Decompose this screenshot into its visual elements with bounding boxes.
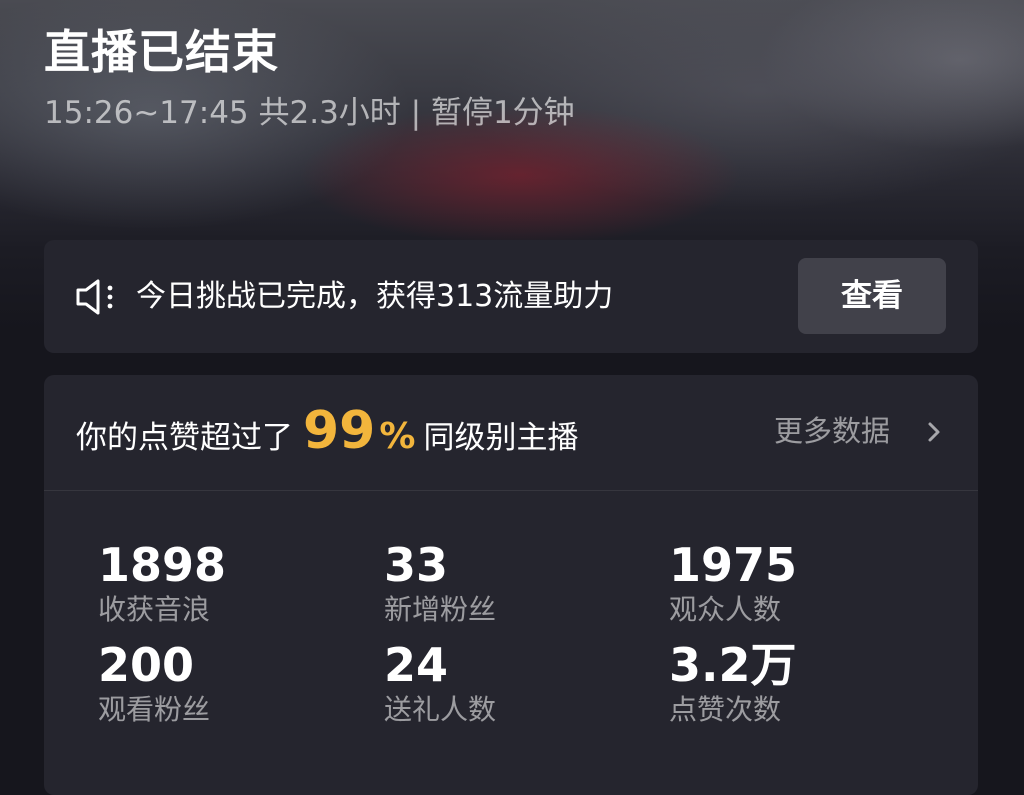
challenge-notice-text: 今日挑战已完成，获得313流量助力: [136, 279, 614, 314]
stat-label: 点赞次数: [669, 693, 782, 726]
stat-label: 新增粉丝: [384, 593, 497, 626]
stat-label: 送礼人数: [384, 693, 497, 726]
stat-new-followers: 33 新增粉丝: [384, 539, 496, 629]
stat-label: 收获音浪: [98, 593, 211, 626]
speaker-icon: [76, 279, 113, 315]
stat-value: 3.2万: [669, 638, 797, 692]
stat-value: 24: [384, 638, 449, 692]
comparison-suffix: 同级别主播: [423, 420, 579, 456]
percent-value: 99: [303, 401, 376, 461]
stats-divider: [44, 490, 978, 491]
stat-value: 1975: [669, 538, 798, 592]
more-data-link[interactable]: 更多数据: [774, 410, 890, 452]
stat-sound-waves: 1898 收获音浪: [98, 539, 226, 629]
comparison-prefix: 你的点赞超过了: [76, 420, 293, 456]
stat-watching-fans: 200 观看粉丝: [98, 639, 210, 729]
stat-value: 33: [384, 538, 449, 592]
stat-likes: 3.2万 点赞次数: [669, 639, 797, 729]
chevron-right-icon[interactable]: [924, 421, 944, 443]
live-duration-info: 15:26~17:45 共2.3小时 | 暂停1分钟: [44, 95, 575, 131]
stat-viewers: 1975 观众人数: [669, 539, 797, 629]
view-button[interactable]: 查看: [798, 258, 946, 334]
stat-label: 观众人数: [669, 593, 782, 626]
stat-gift-senders: 24 送礼人数: [384, 639, 496, 729]
percent-sign: %: [379, 416, 416, 457]
stat-value: 200: [98, 638, 195, 692]
stat-value: 1898: [98, 538, 227, 592]
stat-label: 观看粉丝: [98, 693, 211, 726]
like-comparison: 你的点赞超过了 99% 同级别主播: [76, 398, 578, 464]
page-title: 直播已结束: [44, 25, 279, 79]
